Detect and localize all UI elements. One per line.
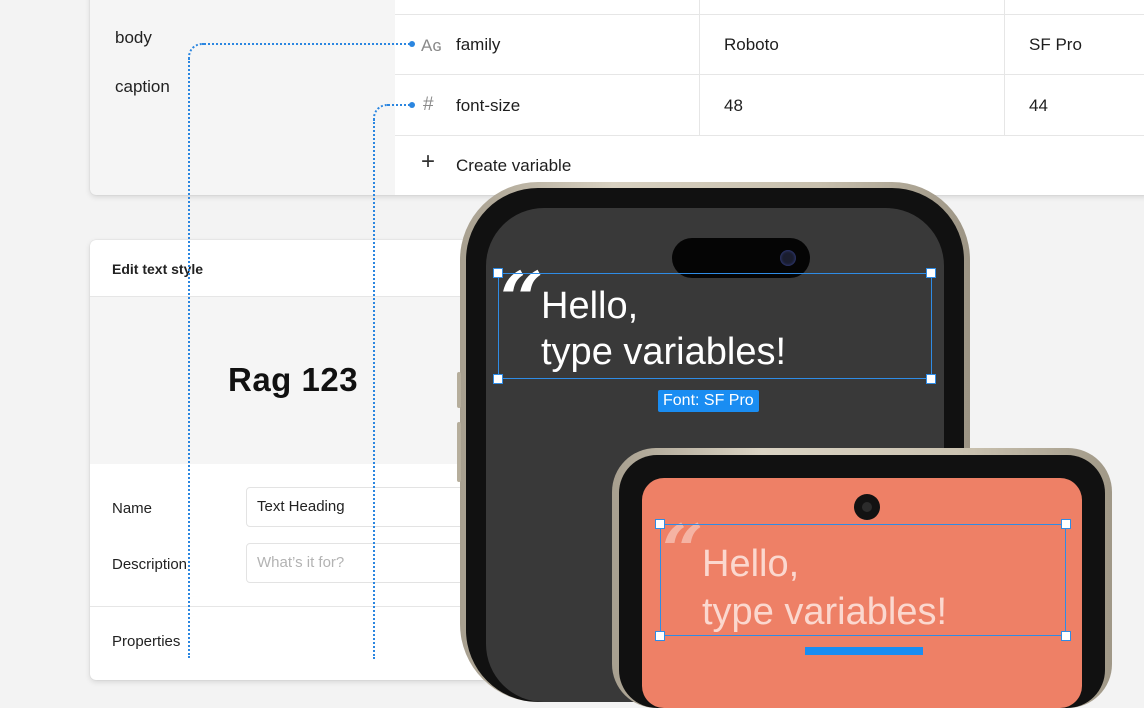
create-variable-label: Create variable: [456, 156, 572, 175]
text-variable-icon: Aɢ: [421, 36, 442, 55]
camera-icon: [854, 494, 880, 520]
resize-handle[interactable]: [493, 268, 503, 278]
selection-box[interactable]: [498, 273, 932, 379]
edit-text-style-panel: Edit text style Rag 123 Name Text Headin…: [90, 240, 490, 680]
variable-value-mode2[interactable]: SF Pro: [1029, 35, 1082, 55]
style-item-body[interactable]: body: [115, 28, 152, 48]
variable-value-mode1[interactable]: Roboto: [724, 35, 779, 55]
resize-handle[interactable]: [1061, 519, 1071, 529]
variable-value-mode1[interactable]: 48: [724, 96, 743, 116]
name-label: Name: [112, 500, 153, 517]
column-divider: [699, 0, 700, 135]
resize-handle[interactable]: [655, 519, 665, 529]
resize-handle[interactable]: [926, 268, 936, 278]
variable-value-mode2[interactable]: 44: [1029, 96, 1048, 116]
properties-label: Properties: [112, 633, 181, 650]
description-field[interactable]: What’s it for?: [246, 543, 486, 583]
description-label: Description: [112, 556, 188, 573]
camera-icon: [780, 250, 796, 266]
variables-table: Aɢ family Roboto SF Pro # font-size 48 4…: [395, 0, 1144, 195]
dynamic-island: [672, 238, 810, 278]
row-divider: [395, 135, 1144, 136]
resize-handle[interactable]: [655, 631, 665, 641]
resize-handle[interactable]: [493, 374, 503, 384]
preview-text: Rag 123: [228, 361, 359, 398]
connector-line: [388, 104, 410, 106]
resize-handle[interactable]: [1061, 631, 1071, 641]
font-badge: Font: SF Pro: [658, 390, 759, 412]
connector-line: [188, 58, 190, 658]
connector-line: [373, 119, 375, 659]
number-variable-icon: #: [423, 94, 434, 115]
font-badge: [805, 647, 923, 655]
variable-name[interactable]: font-size: [456, 96, 520, 116]
variable-name[interactable]: family: [456, 35, 500, 55]
side-button: [457, 372, 461, 408]
section-divider: [90, 606, 490, 607]
connector-line: [204, 43, 410, 45]
row-divider: [395, 14, 1144, 15]
text-style-preview: Rag 123: [90, 296, 490, 464]
name-field[interactable]: Text Heading: [246, 487, 486, 527]
variables-panel: body caption Aɢ family Roboto SF Pro # f…: [90, 0, 1144, 195]
column-divider: [1004, 0, 1005, 135]
plus-icon: +: [421, 148, 436, 175]
selection-box[interactable]: [660, 524, 1066, 636]
row-divider: [395, 74, 1144, 75]
resize-handle[interactable]: [926, 374, 936, 384]
side-button: [457, 422, 461, 482]
style-item-caption[interactable]: caption: [115, 77, 170, 97]
